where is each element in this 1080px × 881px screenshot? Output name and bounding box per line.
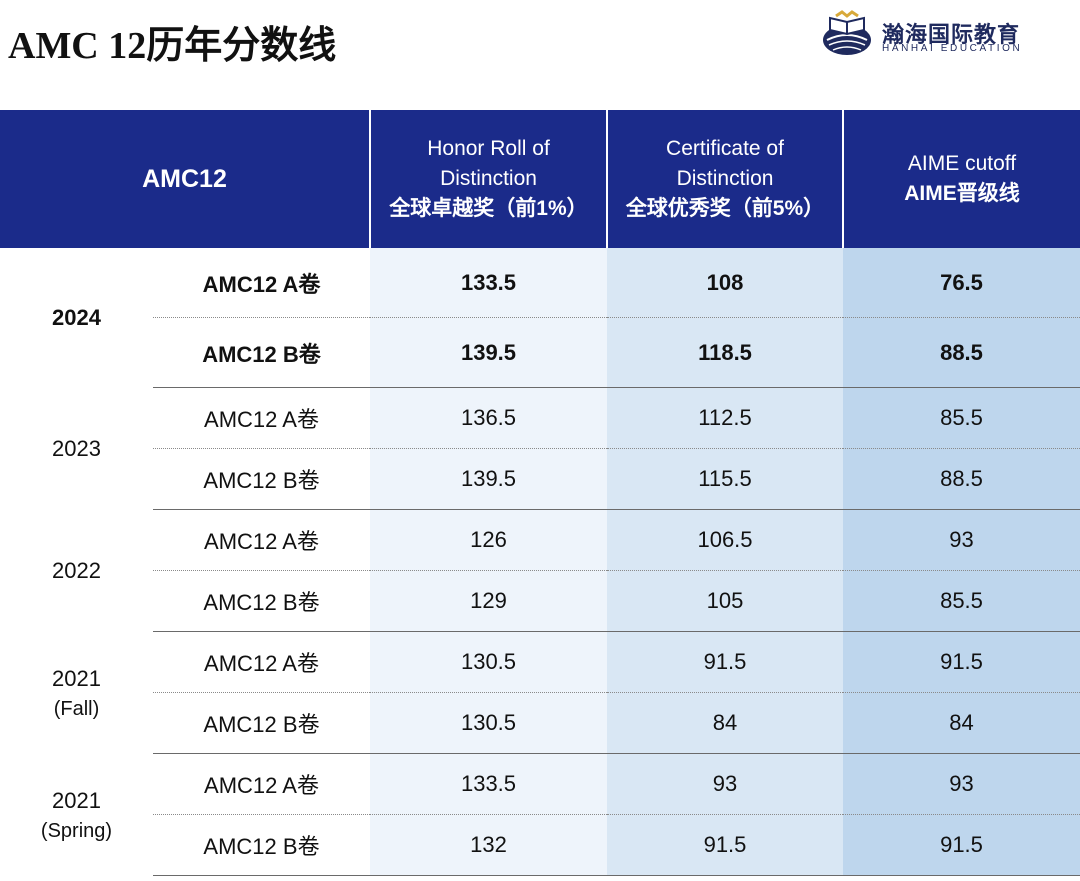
honor-roll-cell: 139.5 xyxy=(370,317,607,388)
book-globe-logo-icon xyxy=(823,10,871,55)
amc12-score-table: AMC12 Honor Roll of Distinction 全球卓越奖（前1… xyxy=(0,110,1080,876)
honor-roll-cell: 133.5 xyxy=(370,248,607,318)
year-cell: 2021 (Spring) xyxy=(0,753,153,876)
table-row: 2024 AMC12 A卷 133.5 108 76.5 xyxy=(0,248,1080,388)
certificate-cell: 91.5 xyxy=(607,814,843,876)
year-cell: 2022 xyxy=(0,509,153,632)
header-certificate: Certificate of Distinction 全球优秀奖（前5%） xyxy=(606,110,843,248)
header-cert-line2: Distinction xyxy=(676,167,774,190)
paper-cell: AMC12 A卷 xyxy=(153,753,370,815)
paper-cell: AMC12 B卷 xyxy=(153,570,370,632)
year-cell: 2024 xyxy=(0,248,153,388)
table-row: 2022 AMC12 A卷 126 106.5 93 xyxy=(0,509,1080,632)
page-title: AMC 12历年分数线 xyxy=(8,25,337,67)
aime-cell: 91.5 xyxy=(843,631,1080,693)
certificate-cell: 93 xyxy=(607,753,843,815)
year-label: 2021 xyxy=(52,665,101,691)
table-row: 2023 AMC12 A卷 136.5 112.5 85.5 xyxy=(0,387,1080,510)
header-aime-line1: AIME cutoff xyxy=(907,152,1017,175)
aime-cell: 88.5 xyxy=(843,317,1080,388)
header-honor-line2: Distinction xyxy=(440,167,537,190)
header-row: AMC12 Honor Roll of Distinction 全球卓越奖（前1… xyxy=(0,110,1080,248)
honor-roll-cell: 136.5 xyxy=(370,387,607,449)
year-label: 2023 xyxy=(52,435,101,461)
table-row: AMC12 B卷 139.5 115.5 88.5 xyxy=(0,448,1080,510)
aime-cell: 85.5 xyxy=(843,387,1080,449)
table-row: AMC12 B卷 129 105 85.5 xyxy=(0,570,1080,632)
honor-roll-cell: 132 xyxy=(370,814,607,876)
hanhai-logo: 瀚海国际教育 HANHAI EDUCATION xyxy=(820,10,1070,60)
aime-cell: 93 xyxy=(843,753,1080,815)
certificate-cell: 84 xyxy=(607,692,843,754)
certificate-cell: 105 xyxy=(607,570,843,632)
header-cert-line1: Certificate of xyxy=(666,137,784,160)
honor-roll-cell: 126 xyxy=(370,509,607,571)
paper-cell: AMC12 A卷 xyxy=(153,631,370,693)
year-cell: 2023 xyxy=(0,387,153,510)
aime-cell: 84 xyxy=(843,692,1080,754)
certificate-cell: 118.5 xyxy=(607,317,843,388)
aime-cell: 93 xyxy=(843,509,1080,571)
aime-cell: 76.5 xyxy=(843,248,1080,318)
paper-cell: AMC12 A卷 xyxy=(153,509,370,571)
logo-name-en: HANHAI EDUCATION xyxy=(882,43,1023,54)
header-honor-line1: Honor Roll of xyxy=(427,137,550,160)
certificate-cell: 108 xyxy=(607,248,843,318)
table-row: 2021 (Fall) AMC12 A卷 130.5 91.5 91.5 xyxy=(0,631,1080,754)
header-honor-cn: 全球卓越奖（前1%） xyxy=(389,197,588,220)
aime-cell: 85.5 xyxy=(843,570,1080,632)
year-label: 2021 xyxy=(52,787,101,813)
honor-roll-cell: 129 xyxy=(370,570,607,632)
aime-cell: 91.5 xyxy=(843,814,1080,876)
paper-cell: AMC12 B卷 xyxy=(153,692,370,754)
certificate-cell: 106.5 xyxy=(607,509,843,571)
paper-cell: AMC12 B卷 xyxy=(153,814,370,876)
header-amc12: AMC12 xyxy=(0,110,370,248)
table-row: 2021 (Spring) AMC12 A卷 133.5 93 93 xyxy=(0,753,1080,876)
certificate-cell: 91.5 xyxy=(607,631,843,693)
year-label: 2024 xyxy=(52,304,101,330)
honor-roll-cell: 133.5 xyxy=(370,753,607,815)
certificate-cell: 115.5 xyxy=(607,448,843,510)
honor-roll-cell: 139.5 xyxy=(370,448,607,510)
header-cert-cn: 全球优秀奖（前5%） xyxy=(625,197,825,220)
header-aime-cn: AIME晋级线 xyxy=(904,182,1020,205)
table-row: AMC12 B卷 132 91.5 91.5 xyxy=(0,814,1080,876)
aime-cell: 88.5 xyxy=(843,448,1080,510)
year-session-label: (Fall) xyxy=(53,697,100,720)
year-label: 2022 xyxy=(52,557,101,583)
honor-roll-cell: 130.5 xyxy=(370,692,607,754)
paper-cell: AMC12 B卷 xyxy=(153,317,370,388)
table-row: AMC12 B卷 139.5 118.5 88.5 xyxy=(0,317,1080,388)
header-aime-cutoff: AIME cutoff AIME晋级线 xyxy=(842,110,1080,248)
certificate-cell: 112.5 xyxy=(607,387,843,449)
year-cell: 2021 (Fall) xyxy=(0,631,153,754)
paper-cell: AMC12 A卷 xyxy=(153,387,370,449)
year-session-label: (Spring) xyxy=(40,819,113,842)
honor-roll-cell: 130.5 xyxy=(370,631,607,693)
paper-cell: AMC12 B卷 xyxy=(153,448,370,510)
header-honor-roll: Honor Roll of Distinction 全球卓越奖（前1%） xyxy=(369,110,607,248)
table-row: AMC12 B卷 130.5 84 84 xyxy=(0,692,1080,754)
paper-cell: AMC12 A卷 xyxy=(153,248,370,318)
